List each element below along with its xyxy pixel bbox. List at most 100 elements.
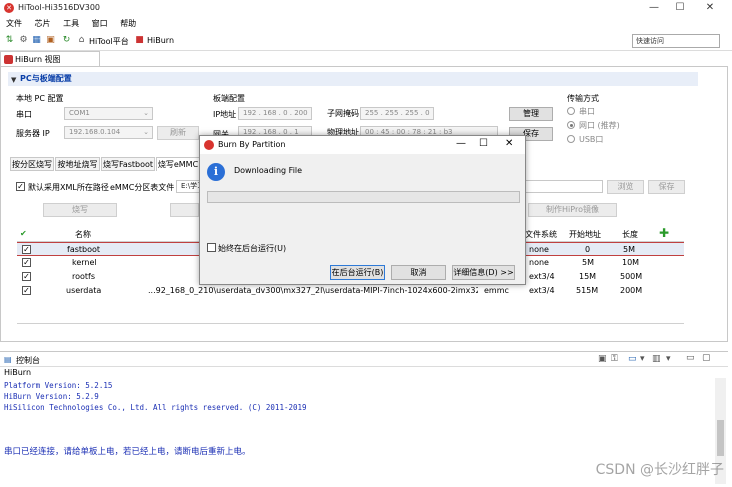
row-checkbox[interactable]: ✓ [22, 245, 31, 254]
radio-usb[interactable] [567, 135, 575, 143]
emmc-save-button[interactable]: 保存 [648, 180, 685, 194]
display-console-icon[interactable]: ▭ [628, 354, 637, 364]
minimize-panel-icon[interactable]: ▭ [686, 353, 695, 363]
tab-fastboot[interactable]: 烧写Fastboot [101, 157, 155, 171]
hitool-platform-button[interactable]: HiTool平台 [89, 36, 129, 47]
menu-chip[interactable]: 芯片 [35, 16, 51, 31]
console-message: 串口已经连接，请给单板上电，若已经上电，请断电后重新上电。 [4, 447, 251, 457]
tab-emmc[interactable]: 烧写eMMC [156, 157, 200, 171]
emmc-table-path-tail[interactable] [524, 180, 603, 193]
cancel-button[interactable]: 取消 [391, 265, 446, 280]
network-icon[interactable]: ▦ [31, 35, 42, 46]
radio-serial[interactable] [567, 107, 575, 115]
maximize-button[interactable]: ☐ [670, 2, 690, 14]
hiburn-icon[interactable]: ■ [134, 35, 145, 46]
lock-scroll-icon[interactable]: ⚿ [611, 354, 618, 364]
row-fs: none [529, 245, 549, 254]
hiburn-button[interactable]: HiBurn [147, 36, 174, 45]
section-title: PC与板端配置 [20, 74, 72, 83]
menu-bar: 文件 芯片 工具 窗口 帮助 [0, 16, 732, 31]
row-start: 5M [582, 258, 594, 267]
dialog-app-icon [204, 140, 214, 150]
add-row-icon[interactable]: ✚ [659, 226, 669, 240]
dialog-maximize-button[interactable]: ☐ [479, 138, 488, 149]
default-xml-checkbox[interactable]: ✓ [16, 182, 25, 191]
arrow-icon[interactable]: ↻ [61, 35, 72, 46]
server-ip-select[interactable]: 192.168.0.104 ⌄ [64, 126, 153, 139]
info-icon: i [207, 163, 225, 181]
browse-button[interactable]: 浏览 [607, 180, 644, 194]
chevron-down-icon: ⌄ [143, 128, 149, 136]
console-tab[interactable]: 控制台 [16, 355, 40, 366]
row-length: 5M [623, 245, 635, 254]
serial-value: COM1 [69, 109, 90, 117]
table-row[interactable]: ✓ userdata ...92_168_0_210\userdata_dv30… [17, 284, 684, 298]
local-pc-group-label: 本地 PC 配置 [16, 94, 64, 103]
serial-select[interactable]: COM1 ⌄ [64, 107, 153, 120]
burn-button[interactable]: 烧写 [43, 203, 117, 217]
check-all-icon[interactable]: ✔ [20, 229, 27, 238]
always-background-checkbox[interactable] [207, 243, 216, 252]
app-icon: ✕ [4, 3, 14, 13]
details-button[interactable]: 详细信息(D) >> [452, 265, 515, 280]
mask-field[interactable]: 255 . 255 . 255 . 0 [360, 107, 434, 120]
quick-access-input[interactable]: 快速访问 [632, 34, 720, 48]
menu-window[interactable]: 窗口 [92, 16, 108, 31]
dialog-close-button[interactable]: ✕ [505, 138, 513, 149]
tab-partition[interactable]: 按分区烧写 [10, 157, 54, 171]
console-line: HiSilicon Technologies Co., Ltd. All rig… [4, 403, 307, 412]
row-fs: ext3/4 [529, 272, 555, 281]
make-hipro-button[interactable]: 制作HiPro镜像 [528, 203, 617, 217]
toolbar: ⇅ ⚙ ▦ ▣ ↻ ⌂ HiTool平台 ■ HiBurn 快速访问 [0, 31, 732, 51]
board-group-label: 板端配置 [213, 94, 245, 103]
close-button[interactable]: ✕ [700, 2, 720, 14]
hiburn-view-tab[interactable]: HiBurn 视图 [0, 51, 100, 67]
row-checkbox[interactable]: ✓ [22, 258, 31, 267]
menu-tools[interactable]: 工具 [63, 16, 79, 31]
row-checkbox[interactable]: ✓ [22, 286, 31, 295]
open-console-icon[interactable]: ▾ [640, 354, 645, 364]
table-body-blank [17, 298, 684, 324]
default-xml-label: 默认采用XML所在路径 [28, 183, 109, 192]
radio-network[interactable] [567, 121, 575, 129]
dialog-title: Burn By Partition [218, 140, 286, 149]
dialog-minimize-button[interactable]: — [456, 138, 466, 149]
clear-console-icon[interactable]: ▣ [598, 354, 607, 364]
console-line: Platform Version: 5.2.15 [4, 381, 113, 390]
row-type: emmc [484, 286, 509, 295]
row-checkbox[interactable]: ✓ [22, 272, 31, 281]
watermark: CSDN @长沙红胖子 [595, 462, 724, 478]
scrollbar-thumb[interactable] [717, 420, 724, 456]
row-length: 10M [622, 258, 640, 267]
mask-label: 子网掩码 [327, 109, 359, 118]
tool-icon[interactable]: ⚙ [18, 35, 29, 46]
pin-console-icon[interactable]: ▥ [652, 354, 661, 364]
terminal-icon[interactable]: ▣ [45, 35, 56, 46]
collapse-icon[interactable]: ▼ [11, 73, 16, 87]
col-length: 长度 [622, 230, 638, 239]
minimize-button[interactable]: — [644, 2, 664, 14]
view-menu-icon[interactable]: ▾ [666, 354, 671, 364]
dialog-title-bar: Burn By Partition — ☐ ✕ [200, 136, 525, 154]
hidden-button[interactable] [170, 203, 199, 217]
section-header[interactable]: ▼ PC与板端配置 [8, 72, 698, 86]
home-icon[interactable]: ⌂ [76, 35, 87, 46]
console-label: HiBurn [4, 368, 32, 377]
maximize-panel-icon[interactable]: ▢ [702, 353, 711, 363]
tab-address[interactable]: 按地址烧写 [55, 157, 100, 171]
row-name: kernel [72, 258, 97, 267]
menu-help[interactable]: 帮助 [120, 16, 136, 31]
col-filesystem: 文件系统 [525, 230, 557, 239]
row-start: 0 [585, 245, 591, 254]
chevron-down-icon: ⌄ [143, 109, 149, 117]
menu-file[interactable]: 文件 [6, 16, 22, 31]
server-ip-value: 192.168.0.104 [69, 128, 121, 136]
manage-button[interactable]: 管理 [509, 107, 553, 121]
run-background-button[interactable]: 在后台运行(B) [330, 265, 385, 280]
refresh-button[interactable]: 刷新 [157, 126, 199, 140]
ip-field[interactable]: 192 . 168 . 0 . 200 [238, 107, 312, 120]
burn-dialog: Burn By Partition — ☐ ✕ i Downloading Fi… [199, 135, 526, 285]
title-bar: ✕ HiTool-Hi3516DV300 — ☐ ✕ [0, 0, 732, 16]
radio-usb-label: USB口 [579, 135, 604, 144]
connect-icon[interactable]: ⇅ [4, 35, 15, 46]
